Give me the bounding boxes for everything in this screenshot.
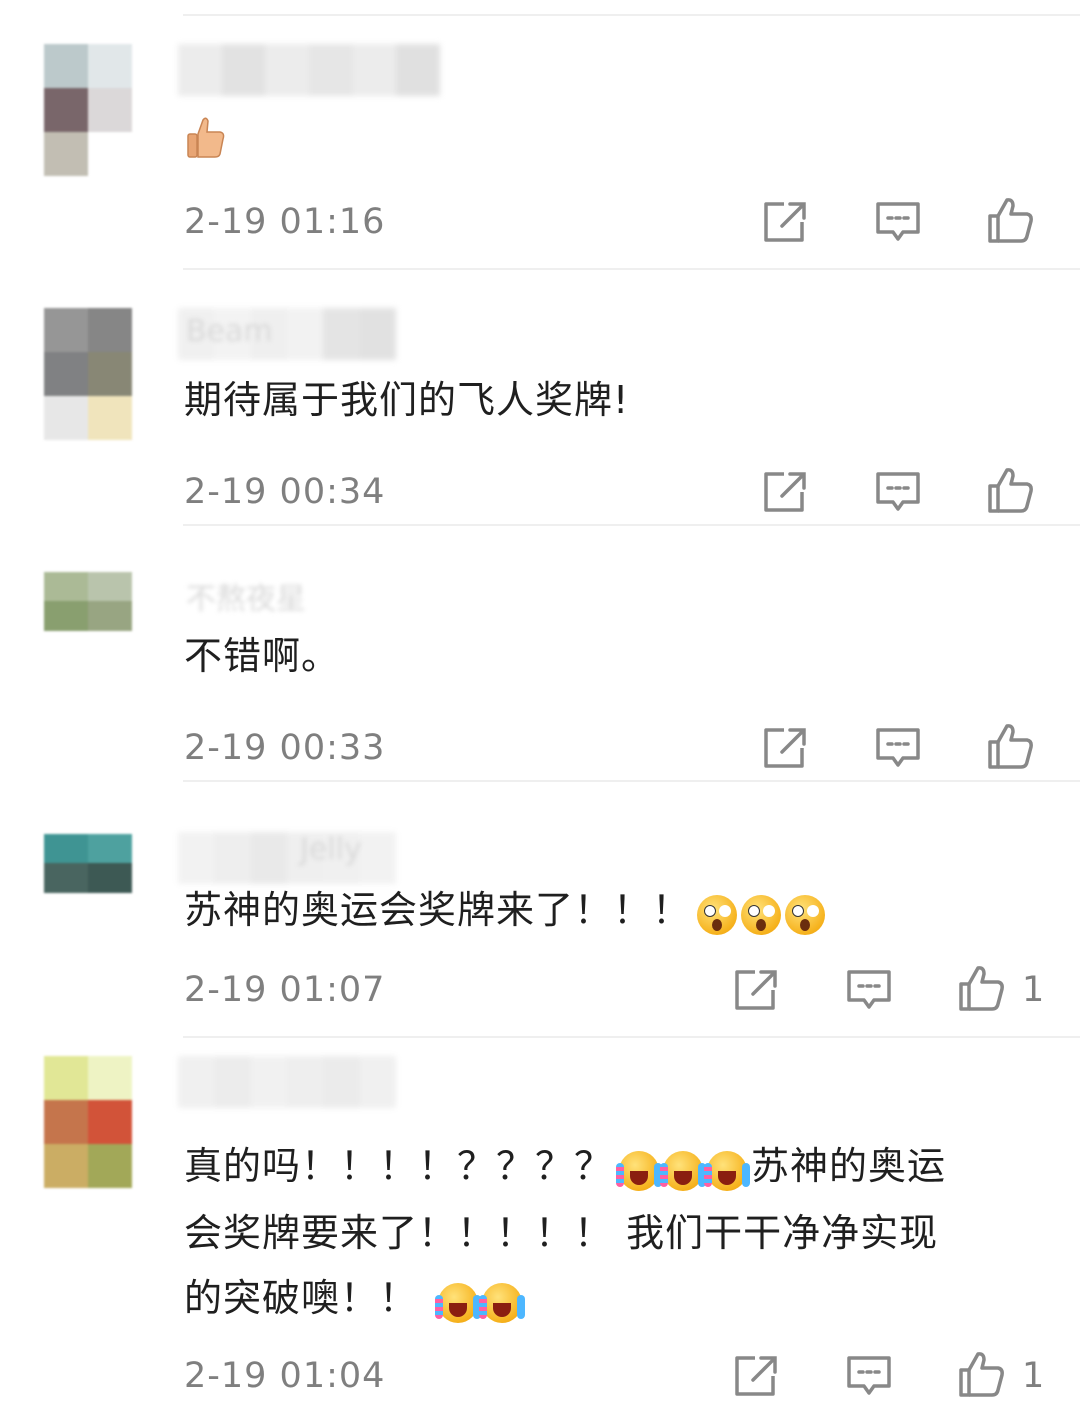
username[interactable]: 不熬夜星 [186,574,306,618]
comment-meta: 2-19 00:34 [0,464,1080,520]
avatar[interactable] [44,308,132,440]
crying-face-emoji [479,1282,523,1323]
like-button[interactable] [985,466,1035,516]
username-blurred[interactable] [178,44,440,96]
comment-icon [876,728,920,767]
username-blurred[interactable] [178,832,396,884]
comment-text: 的突破噢！！ [184,1276,419,1320]
crying-face-emoji [616,1150,660,1191]
like-button[interactable] [956,964,1006,1014]
comment-item: Beam 期待属于我们的飞人奖牌! 2-19 00:34 [0,270,1080,526]
avatar[interactable] [44,1056,132,1188]
share-edit-icon [764,472,806,512]
comment-line: 会奖牌要来了！！！！！ 我们干干净净实现 [184,1211,939,1255]
like-button[interactable] [985,196,1035,246]
thumbs-up-icon [988,198,1033,243]
username-blurred[interactable] [178,1056,396,1108]
share-edit-icon [764,728,806,768]
share-button[interactable] [731,964,781,1014]
comment-text: 苏神的奥运会奖牌来了！！！ [184,888,692,932]
comment-time: 2-19 00:34 [184,472,386,512]
comment-meta: 2-19 01:04 1 [0,1348,1080,1404]
like-count: 1 [1022,970,1045,1010]
thumbs-up-emoji [187,117,225,158]
comment-time: 2-19 01:04 [184,1356,386,1396]
share-button[interactable] [760,466,810,516]
like-button[interactable] [956,1350,1006,1400]
comment-icon [876,202,920,241]
shock-face-emoji [741,894,782,935]
comment-item: Jelly 苏神的奥运会奖牌来了！！！ 2-19 01:07 1 [0,782,1080,1038]
comment-meta: 2-19 01:07 1 [0,962,1080,1018]
reply-button[interactable] [844,964,894,1014]
comment-line: 的突破噢！！ [184,1266,1054,1333]
comment-time: 2-19 01:16 [184,202,386,242]
comment-text: 苏神的奥运 [751,1144,947,1188]
thumbs-up-icon [988,468,1033,513]
comment-time: 2-19 00:33 [184,728,386,768]
crying-face-emoji [704,1150,748,1191]
comment-content: 不错啊。 [184,634,341,678]
crying-face-emoji [660,1150,704,1191]
comment-icon [847,970,891,1009]
divider [183,14,1080,16]
share-button[interactable] [760,196,810,246]
reply-button[interactable] [873,466,923,516]
comment-item: 真的吗！！！！？？？？ 苏神的奥运 会奖牌要来了！！！！！ 我们干干净净实现 的突… [0,1038,1080,1413]
shock-face-emoji [697,894,738,935]
comment-content: 期待属于我们的飞人奖牌! [184,378,630,422]
comment-content: 真的吗！！！！？？？？ 苏神的奥运 会奖牌要来了！！！！！ 我们干干净净实现 的突… [184,1134,1054,1333]
share-edit-icon [735,970,777,1010]
emoji-group [435,1268,526,1333]
username[interactable]: Jelly [300,832,362,867]
emoji-group [616,1136,751,1201]
like-count: 1 [1022,1356,1045,1396]
avatar[interactable] [44,44,132,176]
shock-face-emoji [785,894,826,935]
comment-icon [876,472,920,511]
comment-item: 2-19 01:16 [0,0,1080,270]
crying-face-emoji [435,1282,479,1323]
avatar[interactable] [44,834,132,922]
comment-meta: 2-19 00:33 [0,720,1080,776]
avatar[interactable] [44,572,132,660]
comment-line: 真的吗！！！！？？？？ 苏神的奥运 [184,1134,1054,1201]
reply-button[interactable] [873,722,923,772]
share-edit-icon [735,1356,777,1396]
username[interactable]: Beam [186,314,273,349]
comment-time: 2-19 01:07 [184,970,386,1010]
emoji-group [697,880,829,945]
share-edit-icon [764,202,806,242]
like-button[interactable] [985,722,1035,772]
thumbs-up-icon [959,1352,1004,1397]
share-button[interactable] [731,1350,781,1400]
comment-meta: 2-19 01:16 [0,194,1080,250]
thumbs-up-icon [988,724,1033,769]
reply-button[interactable] [873,196,923,246]
thumbs-up-icon [959,966,1004,1011]
comment-icon [847,1356,891,1395]
share-button[interactable] [760,722,810,772]
comment-text: 真的吗！！！！？？？？ [184,1144,614,1188]
comment-item: 不熬夜星 不错啊。 2-19 00:33 [0,526,1080,782]
comment-content: 苏神的奥运会奖牌来了！！！ [184,878,1054,945]
reply-button[interactable] [844,1350,894,1400]
